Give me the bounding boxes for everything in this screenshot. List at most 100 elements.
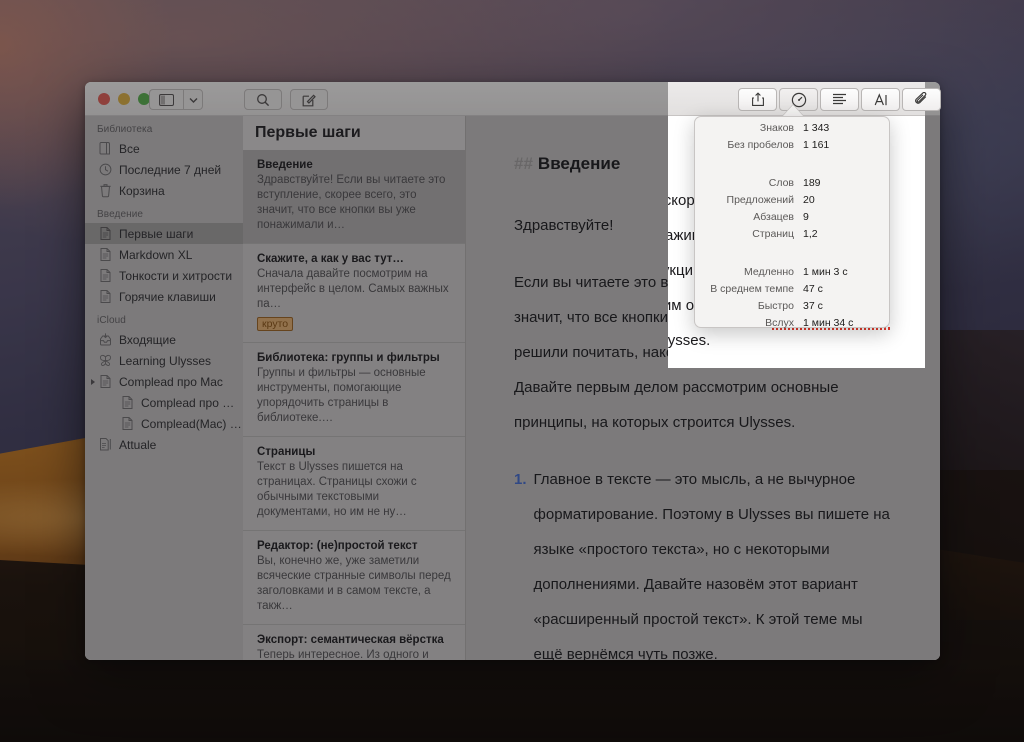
statistics-row: Абзацев 9 [695, 208, 889, 225]
desktop: Библиотека Все Последние 7 дней Корзина … [0, 0, 1024, 742]
sidebar-section-header: iCloud [97, 315, 126, 326]
statistics-value: 20 [803, 193, 815, 206]
statistics-key: Вслух [765, 316, 794, 329]
statistics-value: 9 [803, 210, 809, 223]
statistics-row: Быстро 37 с [695, 297, 889, 314]
sheet-preview: Сначала давайте посмотрим на интерфейс в… [257, 268, 449, 310]
traffic-lights [98, 93, 150, 105]
sidebar-icon [159, 93, 174, 106]
sidebar-item-label: Markdown XL [119, 247, 193, 262]
sidebar-item-label: Complead про Ma… [141, 395, 243, 410]
sheet-icon [100, 269, 111, 282]
sidebar-item-goryachie-klavishi[interactable]: Горячие клавиши [85, 286, 243, 307]
statistics-spacer [695, 242, 889, 261]
statistics-row: Знаков 1 343 [695, 119, 889, 136]
sheet-icon [100, 227, 111, 240]
statistics-row: Слов 189 [695, 174, 889, 191]
sidebar-section-header: Введение [97, 209, 144, 220]
sheet-list-item[interactable]: Страницы Текст в Ulysses пишется на стра… [243, 437, 465, 531]
sidebar-item-all[interactable]: Все [85, 138, 243, 159]
sidebar-item-label: Корзина [119, 183, 165, 198]
statistics-popover: Знаков 1 343 Без пробелов 1 161 Слов 189… [694, 116, 890, 331]
sidebar-item-last-7-days[interactable]: Последние 7 дней [85, 159, 243, 180]
sheet-icon [122, 417, 133, 430]
disclosure-triangle-icon[interactable] [91, 379, 95, 385]
sheet-preview: Группы и фильтры — основные инструменты,… [257, 367, 426, 424]
statistics-key: Абзацев [753, 210, 794, 223]
wallpaper-bottom [0, 660, 1024, 742]
statistics-value: 1,2 [803, 227, 818, 240]
search-icon [257, 93, 270, 106]
sidebar-item-inbox[interactable]: Входящие [85, 329, 243, 350]
navigation-button[interactable] [820, 88, 859, 111]
statistics-key: Предложений [726, 193, 794, 206]
statistics-value: 189 [803, 176, 821, 189]
sheet-icon [100, 375, 111, 388]
statistics-row: Страниц 1,2 [695, 225, 889, 242]
statistics-row: Медленно 1 мин 3 с [695, 263, 889, 280]
statistics-value: 1 343 [803, 121, 830, 134]
sheet-tag[interactable]: круто [257, 317, 294, 331]
typography-icon [874, 92, 887, 105]
statistics-value: 47 с [803, 282, 823, 295]
statistics-row: В среднем темпе 47 с [695, 280, 889, 297]
attachments-button[interactable] [902, 88, 941, 111]
sidebar-item-complead-pro-ma[interactable]: Complead про Ma… [85, 392, 243, 413]
list-icon [833, 93, 846, 105]
trash-icon [100, 184, 111, 198]
sheet-preview: Теперь интересное. Из одного и того же т… [257, 649, 429, 660]
sidebar-item-label: Все [119, 141, 140, 156]
statistics-key: Слов [768, 176, 794, 189]
sheet-title: Редактор: (не)простой текст [257, 540, 418, 552]
close-button[interactable] [98, 93, 110, 105]
statistics-key: В среднем темпе [710, 282, 794, 295]
sheet-list[interactable]: Первые шаги Введение Здравствуйте! Если … [243, 116, 466, 660]
statistics-value: 1 мин 34 с [803, 316, 854, 329]
sidebar-item-pervye-shagi[interactable]: Первые шаги [85, 223, 243, 244]
statistics-value: 37 с [803, 299, 823, 312]
sidebar[interactable]: Библиотека Все Последние 7 дней Корзина … [85, 116, 243, 660]
search-button[interactable] [244, 89, 282, 110]
sheet-list-item[interactable]: Библиотека: группы и фильтры Группы и фи… [243, 343, 465, 437]
sidebar-item-complead-mac-10[interactable]: Complead(Mac) 10… [85, 413, 243, 434]
sidebar-item-label: Complead(Mac) 10… [141, 416, 243, 431]
statistics-key: Знаков [759, 121, 794, 134]
butterfly-icon [100, 354, 111, 366]
sidebar-item-label: Attuale [119, 437, 157, 452]
sheet-list-item[interactable]: Редактор: (не)простой текст Вы, конечно … [243, 531, 465, 625]
sidebar-item-markdown-xl[interactable]: Markdown XL [85, 244, 243, 265]
sheet-title: Скажите, а как у вас тут… [257, 253, 404, 265]
minimize-button[interactable] [118, 93, 130, 105]
sidebar-item-complead-pro-mac[interactable]: Complead про Mac [85, 371, 243, 392]
sidebar-toggle-button[interactable] [149, 89, 183, 110]
sidebar-item-trash[interactable]: Корзина [85, 180, 243, 201]
library-icon [99, 142, 110, 155]
sidebar-item-label: Complead про Mac [119, 374, 223, 389]
sidebar-item-tonkosti[interactable]: Тонкости и хитрости [85, 265, 243, 286]
sidebar-item-label: Последние 7 дней [119, 162, 222, 177]
statistics-group: Медленно 1 мин 3 с В среднем темпе 47 с … [695, 263, 889, 331]
sheet-list-item[interactable]: Экспорт: семантическая вёрстка Теперь ин… [243, 625, 465, 660]
sheet-list-item[interactable]: Скажите, а как у вас тут… Сначала давайт… [243, 244, 465, 343]
statistics-key: Страниц [752, 227, 794, 240]
sidebar-item-attuale[interactable]: Attuale [85, 434, 243, 455]
new-sheet-button[interactable] [290, 89, 328, 110]
sheet-preview: Здравствуйте! Если вы читаете это вступл… [257, 174, 446, 231]
clock-icon [99, 163, 112, 176]
sidebar-item-label: Горячие клавиши [119, 289, 216, 304]
sheet-title: Страницы [257, 446, 316, 458]
sidebar-item-label: Тонкости и хитрости [119, 268, 233, 283]
sheet-icon [122, 396, 133, 409]
share-icon [751, 92, 764, 106]
statistics-value: 1 161 [803, 138, 830, 151]
typewriter-button[interactable] [861, 88, 900, 111]
sidebar-item-label: Learning Ulysses [119, 353, 212, 368]
share-button[interactable] [738, 88, 777, 111]
sidebar-item-learning-ulysses[interactable]: Learning Ulysses [85, 350, 243, 371]
sidebar-options-button[interactable] [183, 89, 203, 110]
sheet-list-item[interactable]: Введение Здравствуйте! Если вы читаете э… [243, 150, 465, 244]
sheet-title: Библиотека: группы и фильтры [257, 352, 440, 364]
sidebar-item-label: Входящие [119, 332, 176, 347]
sheet-title: Введение [257, 159, 313, 171]
chevron-down-icon [189, 97, 197, 103]
